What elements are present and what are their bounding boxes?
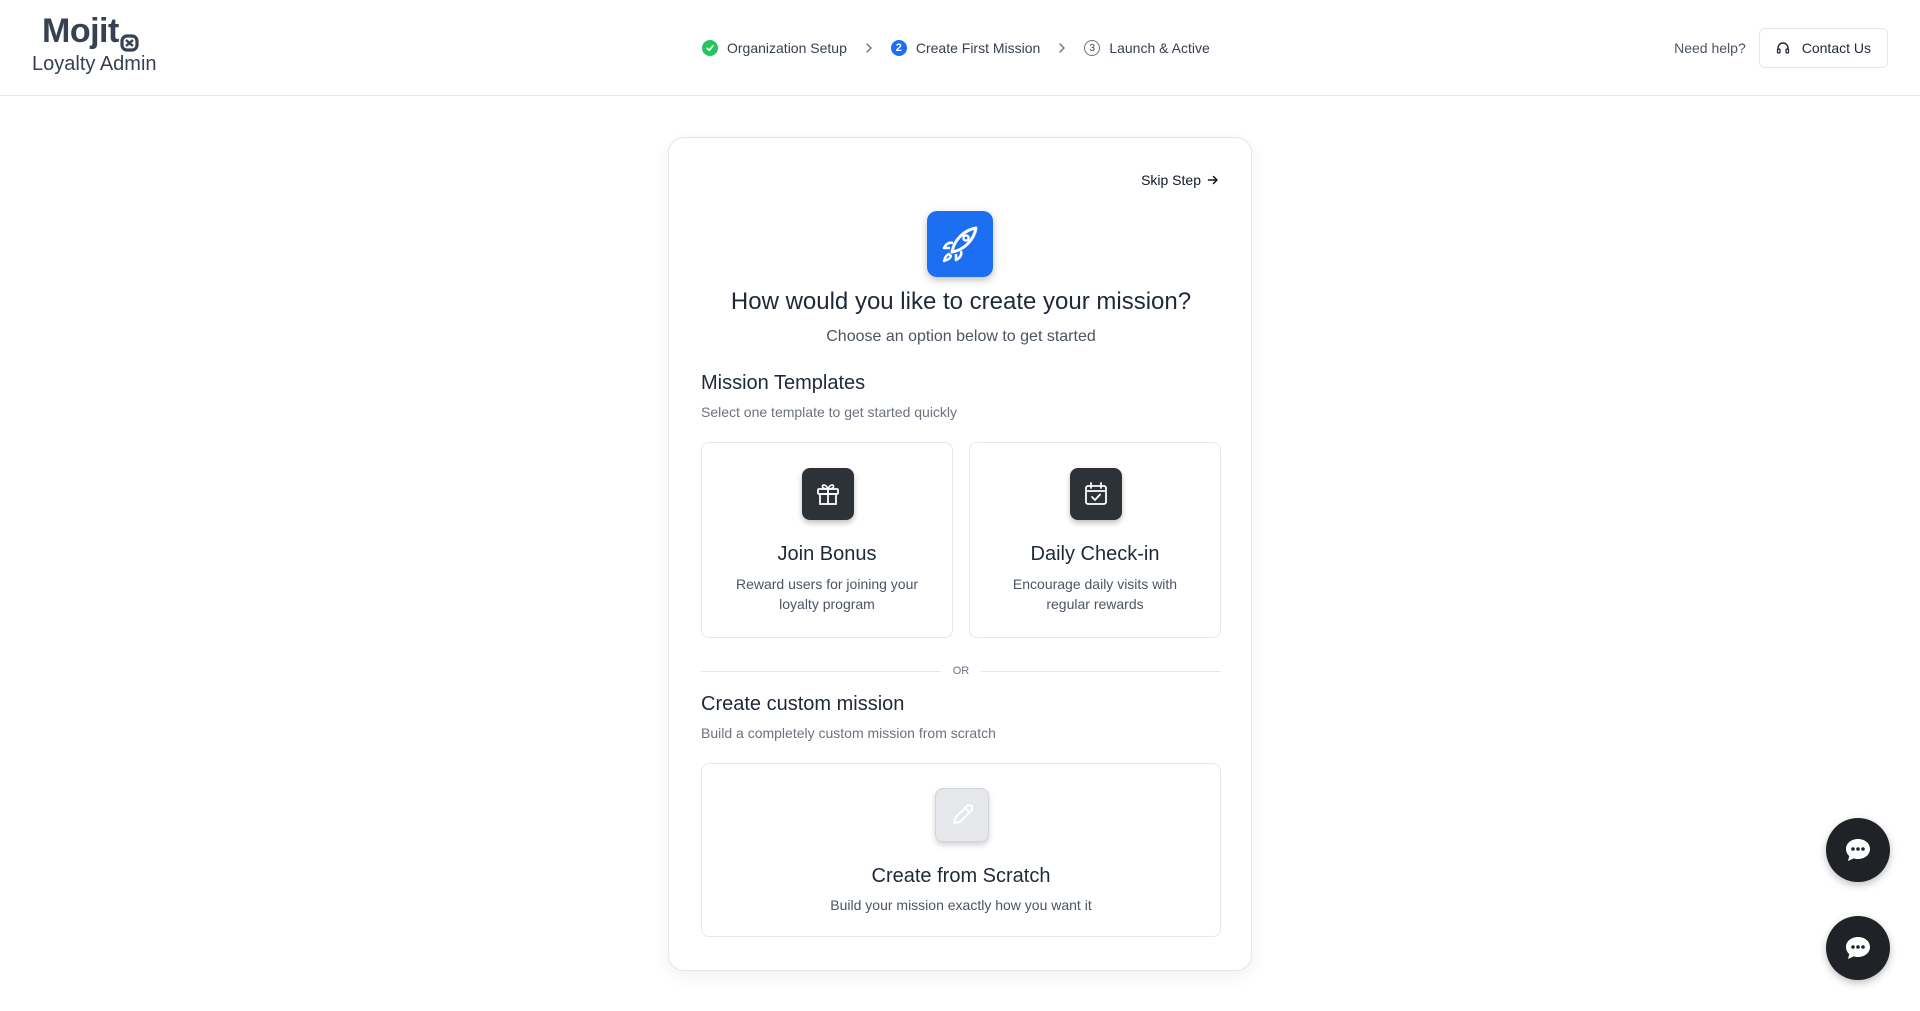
arrow-right-icon: [1207, 174, 1219, 186]
logo-mark-icon: [120, 23, 140, 52]
chat-bubble-icon: [1846, 937, 1870, 959]
headphones-icon: [1776, 41, 1790, 55]
chevron-right-icon: [1058, 43, 1066, 53]
step-create-first-mission[interactable]: 2 Create First Mission: [890, 40, 1041, 56]
step-label: Create First Mission: [915, 40, 1041, 56]
step-number-badge: 3: [1084, 40, 1101, 56]
step-organization-setup[interactable]: Organization Setup: [702, 40, 847, 56]
gift-icon: [802, 468, 854, 520]
check-circle-icon: [702, 40, 718, 56]
scratch-option-name: Create from Scratch: [871, 865, 1051, 887]
template-description: Reward users for joining your loyalty pr…: [735, 576, 919, 612]
custom-mission-description: Build a completely custom mission from s…: [701, 725, 996, 741]
brand-logo-text: Mojit: [42, 12, 119, 50]
page-subtitle: Choose an option below to get started: [826, 328, 1096, 345]
brand[interactable]: Mojit Loyalty Admin: [32, 12, 157, 76]
brand-subtitle: Loyalty Admin: [32, 53, 157, 75]
skip-step-label: Skip Step: [1141, 172, 1201, 188]
mission-templates-title: Mission Templates: [701, 372, 866, 394]
template-name: Daily Check-in: [1030, 543, 1160, 565]
divider-line: [701, 670, 941, 672]
pencil-icon: [935, 788, 989, 842]
help-text: Need help?: [1674, 40, 1746, 56]
divider-label: OR: [952, 665, 970, 677]
custom-mission-title: Create custom mission: [701, 693, 905, 715]
contact-us-label: Contact Us: [1801, 40, 1871, 56]
divider-line: [981, 670, 1221, 672]
chevron-right-icon: [865, 43, 873, 53]
contact-us-button[interactable]: Contact Us: [1758, 28, 1888, 68]
template-daily-check-in[interactable]: Daily Check-in Encourage daily visits wi…: [969, 442, 1221, 638]
brand-logo: Mojit: [32, 12, 157, 52]
step-launch-active[interactable]: 3 Launch & Active: [1084, 40, 1210, 56]
mission-templates-description: Select one template to get started quick…: [701, 404, 958, 420]
template-join-bonus[interactable]: Join Bonus Reward users for joining your…: [701, 442, 953, 638]
step-number-badge: 2: [890, 40, 907, 56]
mission-creation-card: Skip Step How would you like to create y…: [668, 137, 1252, 971]
page-title: How would you like to create your missio…: [730, 288, 1192, 315]
chat-widget-button[interactable]: [1826, 818, 1890, 882]
rocket-icon: [927, 211, 993, 277]
template-description: Encourage daily visits with regular rewa…: [1012, 576, 1178, 612]
chat-widget-button-secondary[interactable]: [1826, 916, 1890, 980]
step-label: Launch & Active: [1109, 40, 1210, 56]
create-from-scratch-option[interactable]: Create from Scratch Build your mission e…: [701, 763, 1221, 937]
progress-stepper: Organization Setup 2 Create First Missio…: [702, 36, 1210, 60]
skip-step-button[interactable]: Skip Step: [1141, 172, 1219, 188]
step-label: Organization Setup: [727, 40, 847, 56]
template-name: Join Bonus: [777, 543, 877, 565]
chat-bubble-icon: [1846, 839, 1870, 861]
calendar-check-icon: [1070, 468, 1122, 520]
scratch-option-description: Build your mission exactly how you want …: [830, 897, 1092, 913]
or-divider: OR: [701, 665, 1221, 677]
top-header: Mojit Loyalty Admin Organization Setup 2…: [0, 0, 1920, 96]
help-area: Need help? Contact Us: [1674, 28, 1888, 68]
